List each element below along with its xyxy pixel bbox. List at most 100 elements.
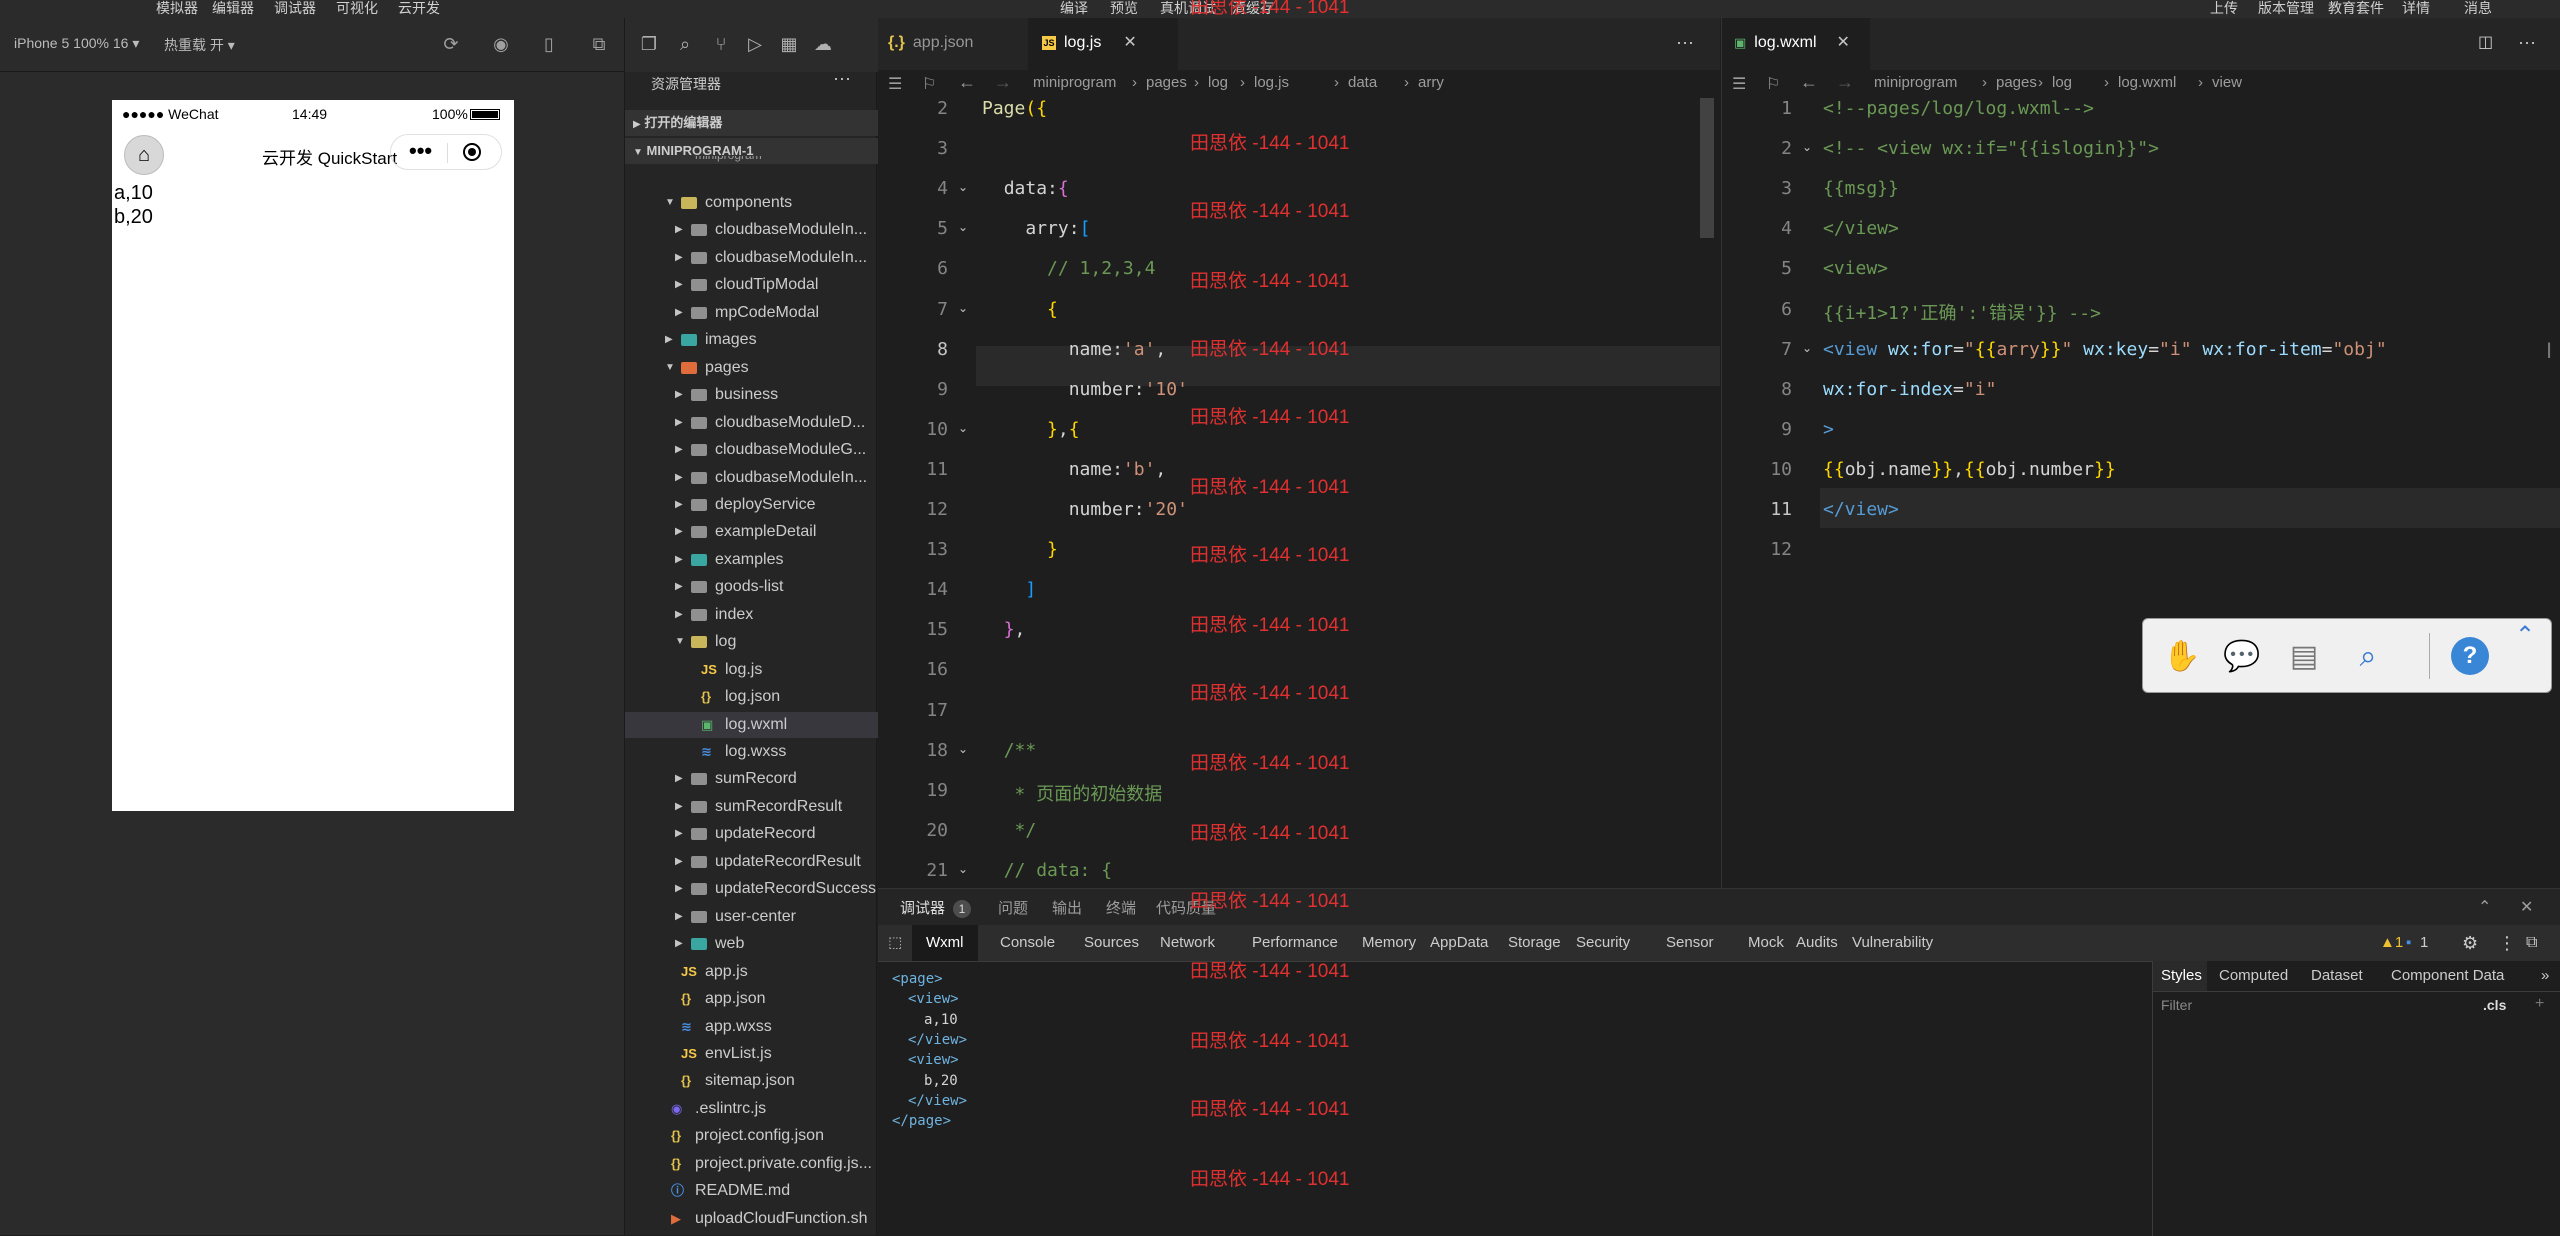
code-line[interactable]: name:'a', [982,339,1167,360]
code-line[interactable]: * 页面的初始数据 [982,780,1163,806]
chevron-right-icon[interactable]: ▶ [675,437,687,463]
capsule-menu[interactable]: ••• [390,134,502,170]
tree-item[interactable]: ▶ updateRecord [625,821,878,847]
code-line[interactable]: name:'b', [982,459,1167,480]
tree-item[interactable]: ▶ cloudTipModal [625,272,878,298]
tree-item[interactable]: JS log.js [625,657,878,683]
tree-item[interactable]: ▶ sumRecordResult [625,794,878,820]
split-editor-icon[interactable]: ◫ [2478,32,2493,52]
extensions-icon[interactable]: ▦ [777,32,801,56]
cloud-icon[interactable]: ☁ [811,32,835,56]
fold-icon[interactable]: ⌄ [958,220,968,234]
chevron-down-icon[interactable]: ▼ [665,190,677,216]
tree-item[interactable]: ▶ uploadCloudFunction.sh [625,1206,878,1232]
breadcrumb-item[interactable]: miniprogram [1033,74,1116,91]
settings-icon[interactable]: ⚙ [2462,925,2478,961]
menu-item[interactable]: 上传 [2210,0,2238,16]
code-line[interactable]: // 1,2,3,4 [982,258,1155,279]
tree-item[interactable]: ▶ business [625,382,878,408]
chevron-right-icon[interactable]: ▶ [675,574,687,600]
tree-item[interactable]: ▶ updateRecordResult [625,849,878,875]
devtools-tab[interactable]: Wxml [912,925,978,961]
tree-item[interactable]: ▶ images [625,327,878,353]
wxml-node[interactable]: <page> [892,971,943,987]
tab-component-data[interactable]: Component Data [2391,961,2504,991]
chevron-right-icon[interactable]: ▶ [675,849,687,875]
wxml-node[interactable]: <view> [908,1052,959,1068]
code-line[interactable]: */ [982,820,1037,841]
code-line[interactable]: </view> [1823,499,1899,520]
chevron-right-icon[interactable]: ▶ [675,217,687,243]
tree-item[interactable]: {} log.json [625,684,878,710]
chevron-right-icon[interactable]: ▶ [675,821,687,847]
code-line[interactable]: wx:for-index="i" [1823,379,1996,400]
hand-icon[interactable]: ✋ [2163,637,2201,677]
code-line[interactable]: <view> [1823,258,1888,279]
tree-item[interactable]: ▶ deployService [625,492,878,518]
code-line[interactable]: {{obj.name}},{{obj.number}} [1823,459,2116,480]
comment-icon[interactable]: 💬 [2223,637,2261,677]
menu-item[interactable]: 可视化 [336,0,378,16]
code-line[interactable]: </view> [1823,218,1899,239]
refresh-icon[interactable]: ⟳ [440,33,462,55]
bookmark-icon[interactable]: ⚐ [922,74,936,94]
tree-item[interactable]: {} project.config.json [625,1123,878,1149]
tab-problems[interactable]: 问题 [998,897,1028,918]
wxml-node[interactable]: </view> [908,1093,967,1109]
code-line[interactable]: <!-- <view wx:if="{{islogin}}"> [1823,138,2159,159]
breadcrumb-item[interactable]: miniprogram [1874,74,1957,91]
fold-icon[interactable]: ⌄ [1802,341,1812,355]
tree-item[interactable]: ▣ log.wxml [625,711,878,738]
menu-item[interactable]: 消息 [2464,0,2492,16]
back-icon[interactable]: ← [958,72,976,93]
wxml-node[interactable]: </page> [892,1113,951,1129]
editor1-scrollbar[interactable] [1700,98,1714,238]
editor1-more-icon[interactable]: ··· [1676,32,1694,53]
tree-item[interactable]: {} app.json [625,986,878,1012]
styles-more-icon[interactable]: » [2541,961,2549,991]
code-line[interactable]: {{msg}} [1823,178,1899,199]
chevron-right-icon[interactable]: ▶ [675,410,687,436]
menu-item[interactable]: 模拟器 [156,0,198,16]
forward-icon[interactable]: → [1836,72,1854,93]
tree-item[interactable]: ▶ cloudbaseModuleG... [625,437,878,463]
tree-item[interactable]: ▶ exampleDetail [625,519,878,545]
fold-icon[interactable]: ⌄ [958,180,968,194]
code-line[interactable]: > [1823,419,1834,440]
devtools-more-icon[interactable]: ⋮ [2498,925,2516,961]
chevron-right-icon[interactable]: ▶ [675,465,687,491]
breadcrumb-item[interactable]: log.wxml [2118,74,2176,91]
menu-item[interactable]: 调试器 [274,0,316,16]
code-line[interactable]: /** [982,740,1037,761]
tab-debugger[interactable]: 调试器 1 [900,897,972,918]
chevron-right-icon[interactable]: ▶ [665,327,677,353]
tree-item[interactable]: ▶ goods-list [625,574,878,600]
devtools-tab[interactable]: Mock [1748,925,1784,961]
tree-item[interactable]: ≋ log.wxss [625,739,878,765]
chevron-right-icon[interactable]: ▶ [675,602,687,628]
devtools-tab[interactable]: Sensor [1666,925,1714,961]
fold-icon[interactable]: ⌄ [958,421,968,435]
editor2-more-icon[interactable]: ··· [2518,32,2536,53]
devtools-tab[interactable]: Console [1000,925,1055,961]
menu-item[interactable]: 版本管理 [2258,0,2314,16]
message-icon[interactable]: ▪ [2406,925,2411,961]
tree-item[interactable]: ▶ updateRecordSuccess [625,876,878,902]
devtools-tab[interactable]: Memory [1362,925,1416,961]
files-icon[interactable]: ❐ [637,32,661,56]
tree-item[interactable]: ▶ index [625,602,878,628]
tree-item[interactable]: ▶ sumRecord [625,766,878,792]
device-select[interactable]: iPhone 5 100% 16 ▾ [14,35,139,52]
tree-item[interactable]: ▼ log [625,629,878,655]
devtools-tab[interactable]: Storage [1508,925,1561,961]
devtools-tab[interactable]: Vulnerability [1852,925,1933,961]
code-line[interactable]: } [982,539,1058,560]
close-miniprogram-icon[interactable] [463,143,481,161]
menu-item[interactable]: 详情 [2402,0,2430,16]
chevron-right-icon[interactable]: ▶ [675,904,687,930]
tab-app-json[interactable]: {.} app.json [878,18,1028,70]
tab-output[interactable]: 输出 [1052,897,1082,918]
help-icon[interactable]: ? [2451,637,2489,675]
dock-icon[interactable]: ⧉ [2526,925,2537,961]
code-line[interactable]: ] [982,579,1036,600]
